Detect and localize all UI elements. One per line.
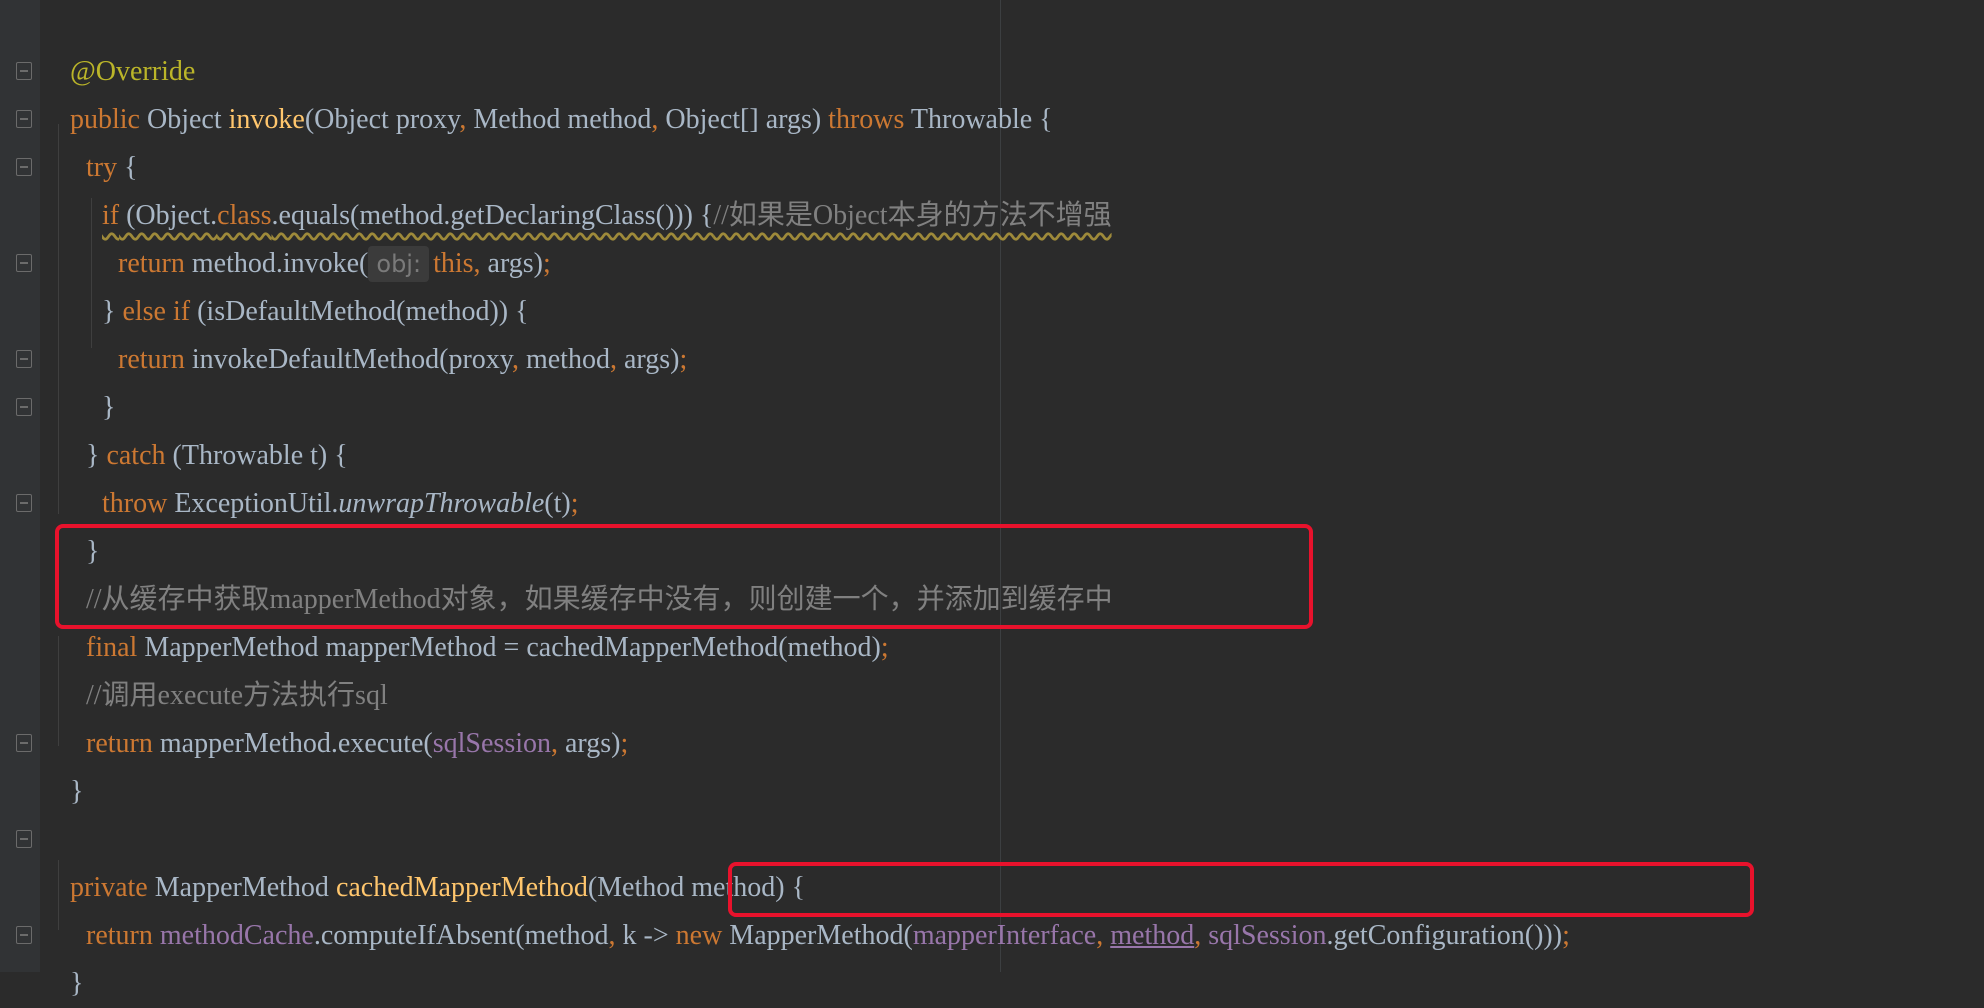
code-text: invokeDefaultMethod(proxy — [184, 344, 512, 375]
fold-toggle-icon[interactable] — [16, 254, 32, 272]
keyword: return — [86, 920, 153, 951]
punctuation: ; — [620, 728, 629, 759]
fold-toggle-icon[interactable] — [16, 734, 32, 752]
punctuation: , — [608, 920, 623, 951]
punctuation: , — [609, 344, 624, 375]
fold-toggle-icon[interactable] — [16, 494, 32, 512]
captured-variable: method — [1110, 920, 1195, 951]
keyword: throws — [828, 104, 905, 135]
comment: //如果是Object本身的方法不增强 — [713, 200, 1112, 231]
code-text: args) — [623, 344, 680, 375]
keyword: return — [118, 344, 185, 375]
code-line[interactable]: } else if (isDefaultMethod(method)) { — [88, 240, 529, 327]
code-line[interactable]: } — [56, 912, 83, 999]
punctuation: ; — [543, 248, 551, 279]
code-text: Object — [140, 104, 229, 135]
code-line[interactable]: return invokeDefaultMethod(proxy, method… — [104, 288, 687, 375]
fold-toggle-icon[interactable] — [16, 350, 32, 368]
code-line[interactable]: throw ExceptionUtil.unwrapThrowable(t); — [88, 432, 579, 519]
punctuation: ; — [1562, 920, 1570, 951]
fold-toggle-icon[interactable] — [16, 830, 32, 848]
code-text: } — [70, 776, 84, 807]
punctuation: , — [511, 344, 526, 375]
keyword: new — [675, 920, 723, 951]
code-text: Object[] args) — [665, 104, 829, 135]
code-text: MapperMethod( — [722, 920, 913, 951]
code-line[interactable]: } — [88, 336, 115, 423]
keyword: return — [86, 728, 153, 759]
punctuation: , — [1194, 920, 1209, 951]
code-text: (Object proxy — [304, 104, 460, 135]
code-text: k -> — [622, 920, 676, 951]
code-text: method — [525, 344, 610, 375]
code-text: .computeIfAbsent(method — [313, 920, 609, 951]
punctuation: , — [551, 728, 565, 759]
field-reference: sqlSession — [432, 728, 551, 759]
punctuation: ; — [880, 632, 889, 663]
code-line[interactable]: return method.invoke(obj: this, args); — [104, 192, 551, 282]
code-text: (t) — [544, 488, 571, 519]
code-text: .getConfiguration())) — [1326, 920, 1563, 951]
static-method-call: unwrapThrowable — [338, 488, 545, 519]
code-line[interactable]: private MapperMethod cachedMapperMethod(… — [56, 816, 805, 903]
punctuation: ; — [570, 488, 579, 519]
field-reference: methodCache — [159, 920, 314, 951]
code-text: mapperMethod.execute( — [152, 728, 433, 759]
method-name: invoke — [228, 104, 305, 135]
code-line[interactable]: if (Object.class.equals(method.getDeclar… — [88, 144, 1112, 231]
code-text: args) — [565, 728, 621, 759]
code-line[interactable]: @Override — [56, 0, 195, 87]
fold-toggle-icon[interactable] — [16, 62, 32, 80]
highlight-box-new-mapper — [728, 862, 1754, 917]
fold-toggle-icon[interactable] — [16, 926, 32, 944]
code-line[interactable]: } — [72, 480, 99, 567]
punctuation: , — [651, 104, 666, 135]
code-line[interactable]: //调用execute方法执行sql — [72, 624, 388, 711]
code-text: ExceptionUtil. — [167, 488, 339, 519]
code-line[interactable]: try { — [72, 96, 138, 183]
keyword: throw — [102, 488, 168, 519]
fold-toggle-icon[interactable] — [16, 110, 32, 128]
indent-guide — [58, 124, 59, 514]
code-line[interactable]: } — [56, 720, 83, 807]
editor-gutter — [0, 0, 40, 972]
field-reference: mapperInterface — [912, 920, 1097, 951]
punctuation: , — [459, 104, 474, 135]
fold-toggle-icon[interactable] — [16, 398, 32, 416]
field-reference: sqlSession — [1208, 920, 1327, 951]
punctuation: , — [1096, 920, 1111, 951]
code-line[interactable]: public Object invoke(Object proxy, Metho… — [56, 48, 1053, 135]
code-text: Method method — [473, 104, 652, 135]
code-text: } — [70, 968, 84, 999]
fold-toggle-icon[interactable] — [16, 158, 32, 176]
highlight-box-cached-mapper — [55, 524, 1313, 629]
code-line[interactable]: return mapperMethod.execute(sqlSession, … — [72, 672, 628, 759]
punctuation: ; — [679, 344, 688, 375]
code-line[interactable]: } catch (Throwable t) { — [72, 384, 348, 471]
code-text: Throwable { — [904, 104, 1053, 135]
